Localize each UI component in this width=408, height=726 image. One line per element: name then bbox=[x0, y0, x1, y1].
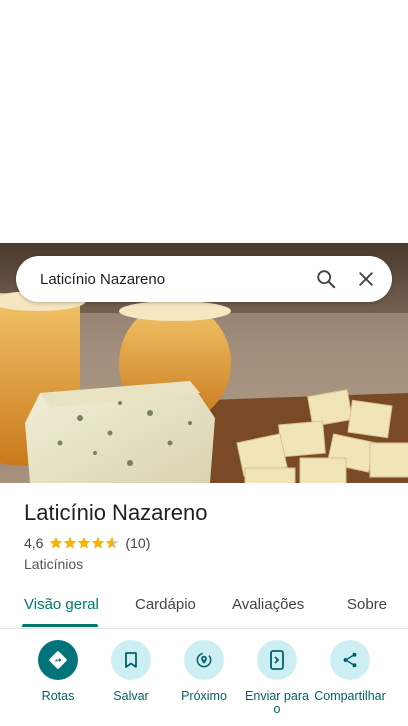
share-button[interactable]: Compartilhar bbox=[310, 640, 390, 703]
search-input[interactable]: Laticínio Nazareno bbox=[16, 271, 306, 288]
share-label: Compartilhar bbox=[314, 689, 386, 703]
tab-reviews[interactable]: Avaliações bbox=[232, 596, 304, 613]
map-area-blank bbox=[0, 0, 408, 243]
place-category: Laticínios bbox=[24, 556, 84, 572]
tab-bar: Visão geral Cardápio Avaliações Sobre bbox=[0, 584, 408, 629]
directions-label: Rotas bbox=[41, 689, 75, 703]
active-tab-indicator bbox=[22, 624, 98, 627]
review-count[interactable]: (10) bbox=[125, 535, 150, 551]
nearby-label: Próximo bbox=[181, 689, 227, 703]
tab-about[interactable]: Sobre bbox=[347, 596, 387, 613]
search-icon[interactable] bbox=[306, 256, 346, 302]
send-to-phone-icon bbox=[257, 640, 297, 680]
save-button[interactable]: Salvar bbox=[91, 640, 171, 703]
share-icon bbox=[330, 640, 370, 680]
place-title: Laticínio Nazareno bbox=[24, 500, 208, 525]
tab-menu[interactable]: Cardápio bbox=[135, 596, 196, 613]
rating-stars bbox=[49, 536, 119, 550]
search-bar[interactable]: Laticínio Nazareno bbox=[16, 256, 392, 302]
rating-value: 4,6 bbox=[24, 535, 44, 551]
star-icons bbox=[50, 536, 119, 549]
directions-button[interactable]: Rotas bbox=[18, 640, 98, 703]
send-to-phone-button[interactable]: Enviar para o bbox=[237, 640, 317, 716]
send-to-phone-label: Enviar para o bbox=[245, 689, 309, 716]
rating-row[interactable]: 4,6 (10) bbox=[24, 535, 150, 551]
bookmark-icon bbox=[111, 640, 151, 680]
tab-overview[interactable]: Visão geral bbox=[24, 596, 99, 613]
nearby-button[interactable]: Próximo bbox=[164, 640, 244, 703]
directions-icon bbox=[38, 640, 78, 680]
close-icon[interactable] bbox=[346, 256, 386, 302]
nearby-icon bbox=[184, 640, 224, 680]
action-buttons: Rotas Salvar Próximo Enviar para o Compa… bbox=[0, 640, 408, 726]
save-label: Salvar bbox=[113, 689, 149, 703]
